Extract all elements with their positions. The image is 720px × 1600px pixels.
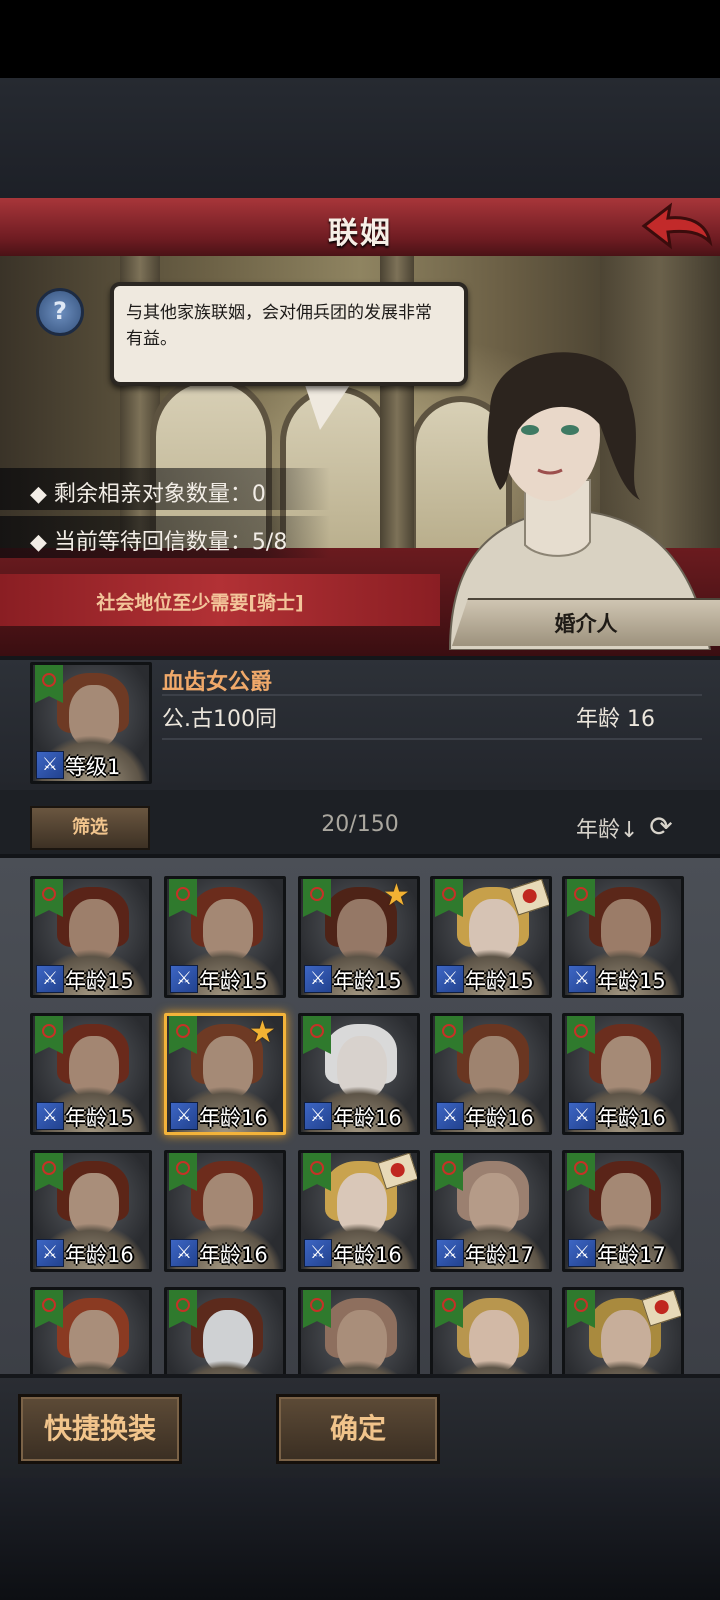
sword-icon: ⚔ (36, 751, 64, 779)
speech-text: 与其他家族联姻，会对佣兵团的发展非常有益。 (126, 303, 432, 349)
selected-clan: 公.古100同 (162, 707, 277, 732)
candidate-card[interactable]: ⚔ 年龄16 (30, 1150, 152, 1272)
candidate-card[interactable]: ⚔ 年龄17 (562, 1150, 684, 1272)
level-label: 等级1 (65, 755, 121, 779)
candidate-card[interactable] (298, 1287, 420, 1378)
sword-icon: ⚔ (170, 1102, 198, 1130)
candidate-card[interactable] (430, 1287, 552, 1378)
candidate-age: 年龄16 (333, 1106, 402, 1130)
quick-equip-button[interactable]: 快捷换装 (18, 1394, 182, 1464)
status-bar-area (0, 0, 720, 78)
candidate-card[interactable] (30, 1287, 152, 1378)
candidate-age: 年龄16 (465, 1106, 534, 1130)
top-backdrop (0, 78, 720, 198)
star-icon: ★ (383, 878, 410, 913)
candidate-age: 年龄16 (333, 1243, 402, 1267)
candidate-card[interactable]: ⚔ 年龄15 (30, 1013, 152, 1135)
candidate-card[interactable]: ⚔ 年龄16 (430, 1013, 552, 1135)
candidate-age: 年龄15 (333, 969, 402, 993)
sword-icon: ⚔ (436, 1239, 464, 1267)
candidate-count: 20/150 (321, 812, 399, 837)
candidate-card[interactable]: ⚔ 年龄16 (298, 1013, 420, 1135)
sword-icon: ⚔ (170, 965, 198, 993)
candidate-card[interactable]: ⚔ 年龄16 (164, 1150, 286, 1272)
star-icon: ★ (249, 1015, 276, 1050)
filter-button[interactable]: 筛选 (30, 806, 150, 850)
sword-icon: ⚔ (304, 1102, 332, 1130)
candidate-age: 年龄16 (65, 1243, 134, 1267)
sword-icon: ⚔ (36, 965, 64, 993)
candidate-card[interactable]: ⚔ 年龄17 (430, 1150, 552, 1272)
candidate-age: 年龄15 (465, 969, 534, 993)
requirement-text: 社会地位至少需要[骑士] (96, 592, 304, 614)
remaining-count-label: ◆ 剩余相亲对象数量：0 (30, 482, 266, 507)
sword-icon: ⚔ (170, 1239, 198, 1267)
page-title: 联姻 (328, 216, 392, 251)
help-button[interactable]: ? (36, 288, 84, 336)
candidate-card[interactable]: ★ ⚔ 年龄15 (298, 876, 420, 998)
candidate-age: 年龄16 (199, 1106, 268, 1130)
candidate-age: 年龄15 (597, 969, 666, 993)
candidate-card[interactable] (562, 1287, 684, 1378)
selected-age: 年龄 16 (576, 707, 655, 732)
divider (162, 738, 702, 740)
candidate-age: 年龄15 (199, 969, 268, 993)
sword-icon: ⚔ (568, 965, 596, 993)
candidate-age: 年龄15 (65, 1106, 134, 1130)
candidate-age: 年龄17 (597, 1243, 666, 1267)
candidate-age: 年龄17 (465, 1243, 534, 1267)
candidate-age: 年龄16 (597, 1106, 666, 1130)
selected-name: 血齿女公爵 (162, 670, 273, 695)
candidate-age: 年龄16 (199, 1243, 268, 1267)
sword-icon: ⚔ (568, 1102, 596, 1130)
divider (162, 694, 702, 696)
sword-icon: ⚔ (436, 965, 464, 993)
waiting-count-label: ◆ 当前等待回信数量：5/8 (30, 530, 288, 555)
candidate-card[interactable]: ⚔ 年龄16 (298, 1150, 420, 1272)
sword-icon: ⚔ (568, 1239, 596, 1267)
candidate-card[interactable]: ⚔ 年龄15 (430, 876, 552, 998)
question-icon: ? (53, 297, 67, 325)
candidate-age: 年龄15 (65, 969, 134, 993)
sword-icon: ⚔ (36, 1102, 64, 1130)
back-button[interactable] (640, 202, 714, 252)
refresh-icon[interactable]: ⟳ (644, 812, 678, 846)
candidate-card[interactable] (164, 1287, 286, 1378)
candidate-card[interactable]: ⚔ 年龄15 (30, 876, 152, 998)
candidate-card[interactable]: ⚔ 年龄15 (164, 876, 286, 998)
sword-icon: ⚔ (436, 1102, 464, 1130)
sort-by-age-button[interactable]: 年龄↓ (576, 812, 638, 844)
sword-icon: ⚔ (36, 1239, 64, 1267)
npc-role-label: 婚介人 (554, 612, 618, 636)
confirm-button[interactable]: 确定 (276, 1394, 440, 1464)
candidate-card[interactable]: ★ ⚔ 年龄16 (164, 1013, 286, 1135)
selected-character-card[interactable]: ⚔ 等级1 (30, 662, 152, 784)
bottom-backdrop (0, 1478, 720, 1600)
candidate-card[interactable]: ⚔ 年龄16 (562, 1013, 684, 1135)
sword-icon: ⚔ (304, 965, 332, 993)
candidate-grid: ⚔ 年龄15 ⚔ 年龄15 ★ ⚔ 年龄15 ⚔ 年龄15 ⚔ 年龄15 ⚔ 年龄15 ★ ⚔ 年龄16 ⚔ 年龄… (0, 858, 720, 1378)
sword-icon: ⚔ (304, 1239, 332, 1267)
candidate-card[interactable]: ⚔ 年龄15 (562, 876, 684, 998)
back-arrow-icon (641, 202, 713, 250)
